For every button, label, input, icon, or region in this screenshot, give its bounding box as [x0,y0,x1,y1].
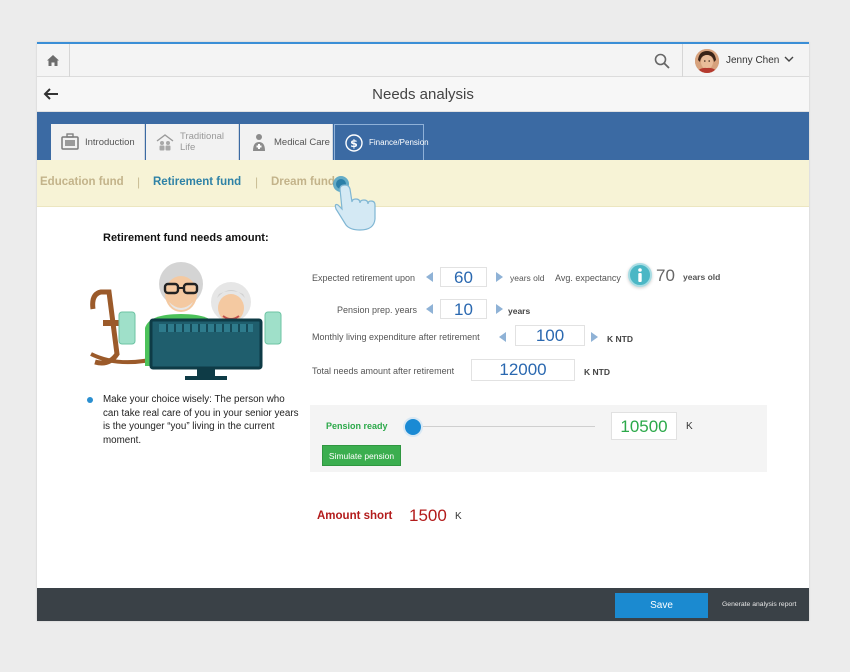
save-button[interactable]: Save [615,593,708,618]
tab-label: Introduction [85,136,135,148]
home-button[interactable] [37,44,70,77]
monthly-expenditure-unit: K NTD [607,334,633,344]
pension-prep-label: Pension prep. years [337,305,418,315]
title-bar: Needs analysis [37,77,809,112]
tab-label: Traditional Life [180,131,225,153]
simulate-pension-button[interactable]: Simulate pension [322,445,401,466]
subnav-dream-fund[interactable]: Dream fund [271,176,335,188]
pension-ready-unit: K [686,421,693,432]
retirement-age-unit: years old [510,273,545,283]
footer-bar: Save Generate analysis report [37,588,809,621]
total-needs-label: Total needs amount after retirement [312,366,455,376]
retirement-age-label: Expected retirement upon [312,273,416,283]
svg-text:$: $ [350,137,358,150]
tip-text: Make your choice wisely: The person who … [103,394,299,446]
monthly-expenditure-label: Monthly living expenditure after retirem… [312,332,480,342]
dollar-icon: $ [345,133,363,152]
tab-medical-care[interactable]: Medical Care [240,124,333,160]
subnav-retirement-fund[interactable]: Retirement fund [153,176,241,188]
user-menu[interactable]: Jenny Chen [682,44,809,77]
chevron-down-icon [784,56,794,62]
tab-label: Finance/Pension [369,138,429,147]
app-window: Jenny Chen Needs analysis Introduction T… [37,42,809,621]
pension-ready-label: Pension ready [326,421,388,431]
tip-bullet [87,397,93,403]
tab-finance-pension[interactable]: $ Finance/Pension [334,124,429,160]
decrease-arrow-icon[interactable] [426,272,433,282]
page-title: Needs analysis [372,86,474,103]
avg-expectancy-value: 70 [656,266,675,285]
retired-couple-illustration [90,262,282,380]
fund-sub-nav: Education fund | Retirement fund | Dream… [37,160,809,207]
avg-expectancy-label: Avg. expectancy [555,273,621,283]
subnav-education-fund[interactable]: Education fund [40,176,124,188]
tab-label: Medical Care [274,136,330,148]
home-icon [47,55,59,66]
monthly-expenditure-field[interactable]: 100 [515,325,585,346]
subnav-separator: | [255,175,259,189]
amount-short-unit: K [455,511,462,522]
pension-slider-thumb[interactable] [403,417,423,437]
pension-ready-value[interactable]: 10500 [611,412,677,440]
doctor-icon [253,134,265,151]
briefcase-icon [61,133,79,150]
family-icon [156,134,174,151]
section-title: Retirement fund needs amount: [103,232,269,244]
increase-arrow-icon[interactable] [591,332,598,342]
pension-slider-track[interactable] [405,426,595,427]
amount-short-label: Amount short [317,510,393,522]
decrease-arrow-icon[interactable] [426,304,433,314]
total-needs-unit: K NTD [584,367,610,377]
tap-hand-icon [333,176,376,231]
search-icon[interactable] [653,52,671,70]
increase-arrow-icon[interactable] [496,304,503,314]
info-icon[interactable] [628,263,652,287]
pension-panel: Pension ready 10500 K Simulate pension [310,405,767,472]
decrease-arrow-icon[interactable] [499,332,506,342]
amount-short-value: 1500 [409,506,447,525]
subnav-separator: | [137,175,141,189]
increase-arrow-icon[interactable] [496,272,503,282]
generate-report-button[interactable]: Generate analysis report [722,601,796,608]
retirement-age-field[interactable]: 60 [440,267,487,287]
top-bar: Jenny Chen [37,44,809,77]
tab-traditional-life[interactable]: Traditional Life [146,124,239,160]
total-needs-value: 12000 [471,359,575,381]
avatar [695,49,719,73]
pension-prep-unit: years [508,306,531,316]
avg-expectancy-unit: years old [683,272,721,282]
user-name: Jenny Chen [726,55,780,66]
tab-introduction[interactable]: Introduction [51,124,145,160]
pension-prep-field[interactable]: 10 [440,299,487,319]
tab-bar: Introduction Traditional Life Medical Ca… [37,112,809,160]
